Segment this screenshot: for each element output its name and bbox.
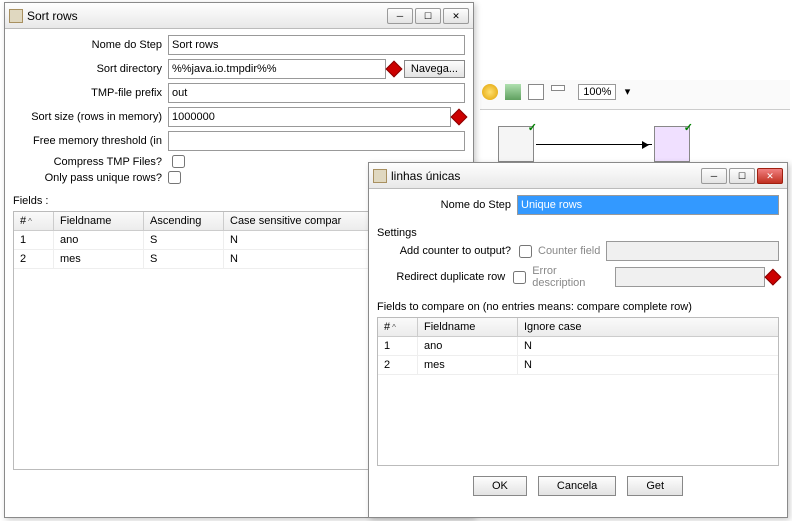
compare-grid[interactable]: #^ Fieldname Ignore case 1 ano N 2 mes N	[377, 317, 779, 466]
step-name-input[interactable]	[517, 195, 779, 215]
free-mem-label: Free memory threshold (in	[13, 135, 168, 147]
step-node-sort[interactable]	[498, 126, 534, 162]
col-header-ascending[interactable]: Ascending	[144, 212, 224, 230]
sort-caret-icon: ^	[28, 217, 32, 226]
sort-dir-input[interactable]	[168, 59, 386, 79]
sort-dir-label: Sort directory	[13, 63, 168, 75]
titlebar[interactable]: Sort rows ─ ☐ ✕	[5, 3, 473, 29]
error-desc-input	[615, 267, 765, 287]
unique-label: Only pass unique rows?	[13, 172, 168, 184]
compress-label: Compress TMP Files?	[13, 156, 168, 168]
window-title: linhas únicas	[391, 169, 701, 183]
align-icon[interactable]	[551, 85, 565, 91]
cell[interactable]: mes	[54, 250, 144, 268]
hop-arrow[interactable]	[536, 144, 652, 145]
tmp-prefix-label: TMP-file prefix	[13, 87, 168, 99]
cell[interactable]: ano	[418, 337, 518, 355]
step-name-input[interactable]	[168, 35, 465, 55]
step-name-label: Nome do Step	[13, 39, 168, 51]
unique-rows-dialog: linhas únicas ─ ☐ ✕ Nome do Step Setting…	[368, 162, 788, 518]
cell: 2	[378, 356, 418, 374]
cell[interactable]: S	[144, 250, 224, 268]
table-row[interactable]: 1 ano N	[378, 337, 778, 356]
close-button[interactable]: ✕	[443, 8, 469, 24]
cell[interactable]: ano	[54, 231, 144, 249]
canvas-toolbar: 100% ▾	[480, 80, 790, 110]
close-button[interactable]: ✕	[757, 168, 783, 184]
counter-field-input	[606, 241, 779, 261]
zoom-value[interactable]: 100%	[578, 84, 616, 100]
col-header-index[interactable]: #	[20, 215, 26, 227]
settings-label: Settings	[369, 225, 787, 241]
maximize-button[interactable]: ☐	[729, 168, 755, 184]
browse-button[interactable]: Navega...	[404, 60, 465, 78]
zoom-dropdown-icon[interactable]: ▾	[619, 85, 635, 98]
unique-checkbox[interactable]	[168, 171, 181, 184]
redirect-label: Redirect duplicate row	[377, 271, 511, 283]
minimize-button[interactable]: ─	[387, 8, 413, 24]
sort-size-input[interactable]	[168, 107, 451, 127]
sql-icon[interactable]	[528, 84, 544, 100]
get-button[interactable]: Get	[627, 476, 683, 496]
table-row[interactable]: 2 mes N	[378, 356, 778, 375]
step-name-label: Nome do Step	[377, 199, 517, 211]
add-counter-checkbox[interactable]	[519, 245, 532, 258]
col-header-ignorecase[interactable]: Ignore case	[518, 318, 778, 336]
window-icon	[9, 9, 23, 23]
cell: 2	[14, 250, 54, 268]
free-mem-input[interactable]	[168, 131, 465, 151]
col-header-index[interactable]: #	[384, 321, 390, 333]
sort-caret-icon: ^	[392, 323, 396, 332]
col-header-fieldname[interactable]: Fieldname	[418, 318, 518, 336]
maximize-button[interactable]: ☐	[415, 8, 441, 24]
cell[interactable]: N	[518, 337, 778, 355]
cell[interactable]: mes	[418, 356, 518, 374]
variable-icon[interactable]	[451, 109, 468, 126]
db-icon[interactable]	[482, 84, 498, 100]
error-desc-label: Error description	[532, 265, 609, 289]
cell[interactable]: S	[144, 231, 224, 249]
cell: 1	[14, 231, 54, 249]
minimize-button[interactable]: ─	[701, 168, 727, 184]
add-counter-label: Add counter to output?	[377, 245, 517, 257]
compress-checkbox[interactable]	[172, 155, 185, 168]
step-node-unique[interactable]	[654, 126, 690, 162]
cancel-button[interactable]: Cancela	[538, 476, 616, 496]
window-title: Sort rows	[27, 9, 387, 23]
tmp-prefix-input[interactable]	[168, 83, 465, 103]
col-header-fieldname[interactable]: Fieldname	[54, 212, 144, 230]
cell: 1	[378, 337, 418, 355]
redirect-checkbox[interactable]	[513, 271, 526, 284]
counter-field-label: Counter field	[538, 245, 600, 257]
ok-button[interactable]: OK	[473, 476, 527, 496]
sort-size-label: Sort size (rows in memory)	[13, 111, 168, 123]
window-icon	[373, 169, 387, 183]
cell[interactable]: N	[518, 356, 778, 374]
variable-icon[interactable]	[385, 61, 402, 78]
variable-icon[interactable]	[765, 269, 782, 286]
fields-compare-label: Fields to compare on (no entries means: …	[369, 299, 787, 315]
examine-icon[interactable]	[505, 84, 521, 100]
titlebar[interactable]: linhas únicas ─ ☐ ✕	[369, 163, 787, 189]
